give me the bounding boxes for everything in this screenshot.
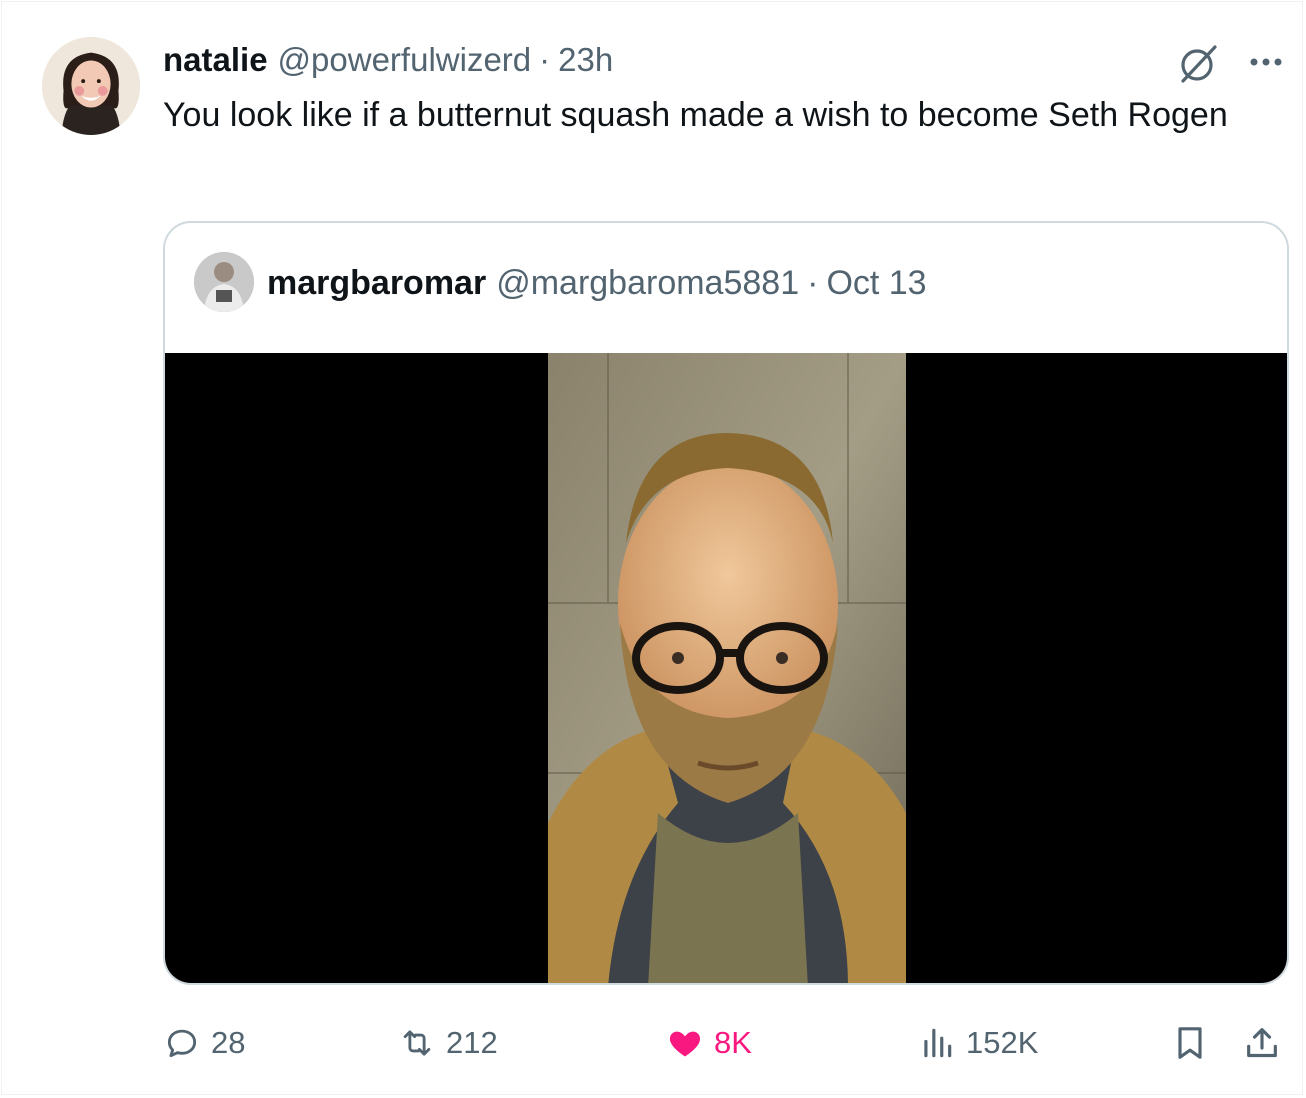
video-player[interactable] [165, 353, 1287, 983]
quoted-author-handle[interactable]: @margbaroma5881 [496, 264, 799, 303]
repost-button[interactable]: 212 [398, 1015, 498, 1071]
reply-button[interactable]: 28 [163, 1015, 245, 1071]
share-icon[interactable] [1242, 1023, 1282, 1063]
repost-count: 212 [446, 1025, 498, 1060]
reply-icon [167, 1029, 197, 1058]
quoted-author-name[interactable]: margbaromar [267, 264, 486, 303]
separator: · [539, 41, 551, 78]
like-count: 8K [714, 1025, 752, 1060]
more-options-icon[interactable] [1245, 48, 1287, 76]
view-count: 152K [966, 1025, 1039, 1060]
quoted-tweet-header: margbaromar @margbaroma5881 · Oct 13 [267, 261, 927, 305]
views-button[interactable]: 152K [918, 1015, 1038, 1071]
bookmark-icon[interactable] [1170, 1023, 1210, 1063]
author-avatar[interactable] [42, 37, 140, 135]
video-thumbnail [548, 353, 906, 983]
heart-icon [669, 1031, 701, 1057]
tweet-actions: 28 212 8K 152K [0, 1015, 1306, 1071]
tweet-header: natalie @powerfulwizerd · 23h [163, 38, 613, 82]
views-icon [924, 1028, 952, 1058]
reply-count: 28 [211, 1025, 246, 1060]
repost-icon [403, 1030, 431, 1056]
tweet-time[interactable]: 23h [558, 41, 613, 79]
author-handle[interactable]: @powerfulwizerd [278, 41, 532, 79]
separator: · [807, 263, 819, 302]
like-button[interactable]: 8K [666, 1015, 752, 1071]
quoted-tweet-date[interactable]: Oct 13 [826, 264, 926, 303]
quoted-author-avatar[interactable] [194, 252, 254, 312]
quoted-tweet[interactable]: margbaromar @margbaroma5881 · Oct 13 [163, 221, 1289, 985]
tweet-text: You look like if a butternut squash made… [163, 96, 1228, 134]
author-name[interactable]: natalie [163, 41, 268, 79]
grok-icon[interactable] [1177, 42, 1221, 86]
